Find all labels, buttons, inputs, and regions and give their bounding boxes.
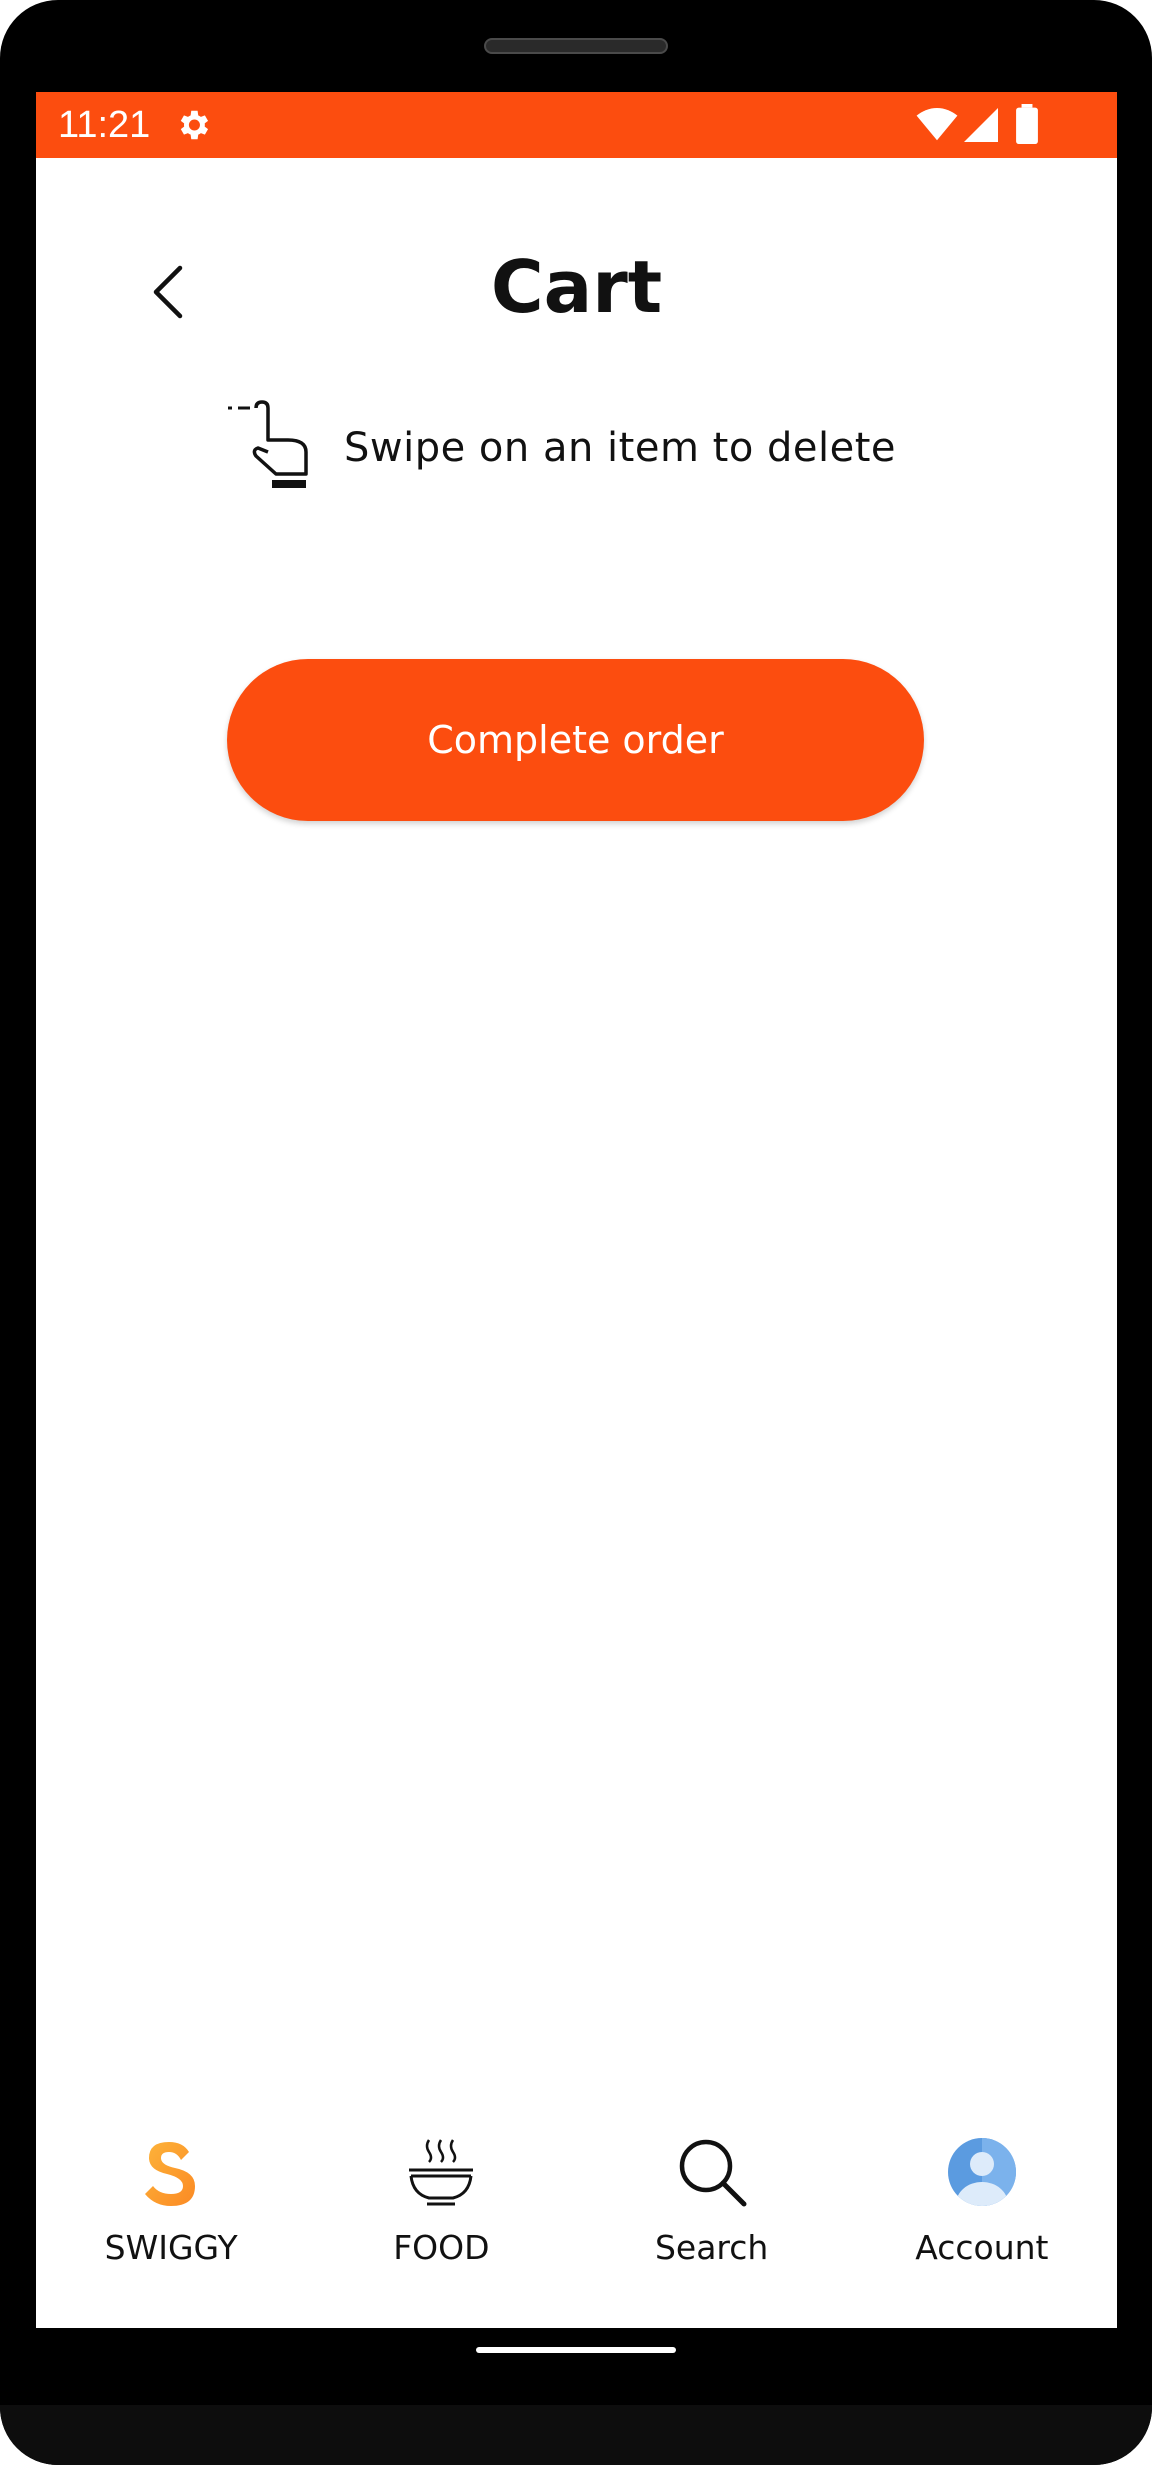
nav-label-swiggy: SWIGGY: [104, 2228, 238, 2267]
nav-item-search[interactable]: Search: [577, 2126, 847, 2328]
complete-order-label: Complete order: [427, 718, 724, 762]
account-icon: [947, 2138, 1016, 2206]
nav-label-account: Account: [915, 2228, 1049, 2267]
gear-icon: [180, 110, 209, 140]
swipe-hint: Swipe on an item to delete: [226, 398, 896, 498]
bottom-nav: SWIGGY FOOD Search Account: [36, 2126, 1117, 2328]
wifi-icon: [916, 108, 958, 141]
home-indicator[interactable]: [476, 2347, 676, 2353]
nav-item-account[interactable]: Account: [847, 2126, 1117, 2328]
nav-label-food: FOOD: [393, 2228, 490, 2267]
device-chin: [0, 2405, 1152, 2465]
speaker-grille: [484, 38, 668, 54]
nav-item-food[interactable]: FOOD: [306, 2126, 576, 2328]
search-icon: [679, 2139, 747, 2207]
status-time: 11:21: [58, 104, 151, 146]
battery-icon: [1016, 104, 1038, 144]
screen: 11:21 Cart Swipe on an item to delete Co…: [36, 92, 1117, 2328]
signal-icon: [964, 108, 998, 142]
hint-text: Swipe on an item to delete: [344, 425, 897, 471]
status-bar: 11:21: [36, 92, 1117, 158]
nav-item-swiggy[interactable]: SWIGGY: [36, 2126, 306, 2328]
swiggy-logo-icon: [145, 2142, 196, 2206]
complete-order-button[interactable]: Complete order: [227, 659, 924, 821]
chevron-left-icon: [153, 265, 183, 319]
device-frame: 11:21 Cart Swipe on an item to delete Co…: [0, 0, 1152, 2465]
back-button[interactable]: [140, 262, 200, 322]
swipe-hand-icon: [228, 400, 308, 488]
food-bowl-icon: [409, 2139, 474, 2206]
nav-label-search: Search: [654, 2228, 769, 2267]
